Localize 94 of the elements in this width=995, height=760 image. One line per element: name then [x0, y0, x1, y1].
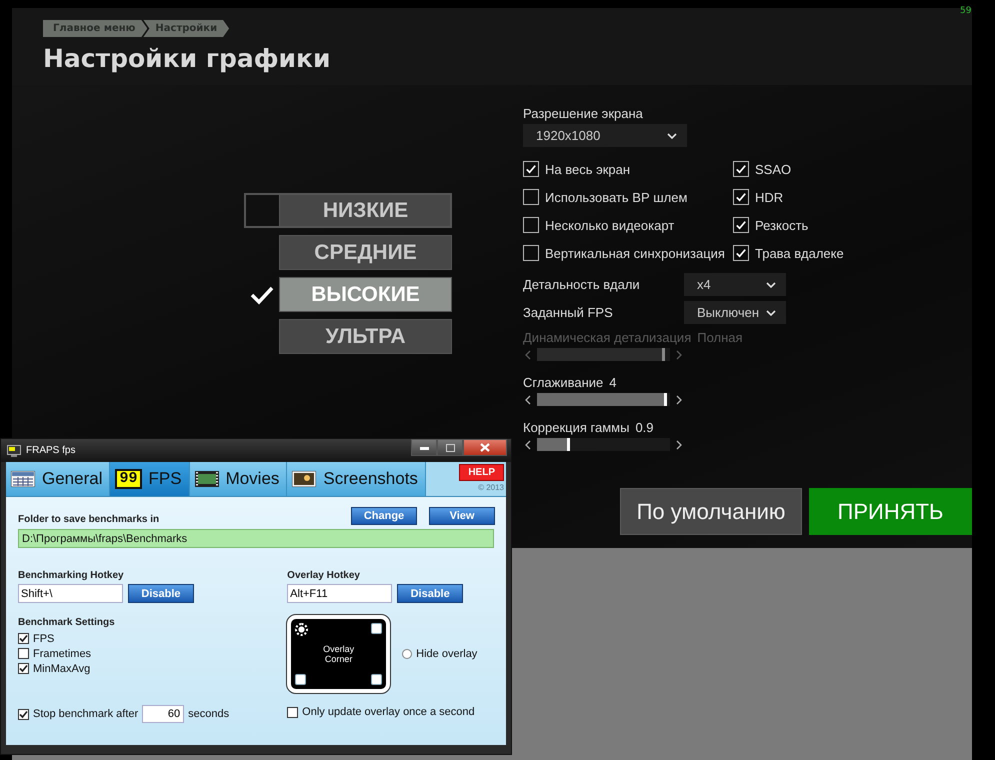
slider-label: Сглаживание: [523, 375, 604, 390]
grid-icon: [11, 471, 35, 487]
checkmark-icon: [19, 664, 28, 673]
checkbox-label: FPS: [33, 632, 54, 644]
checkbox[interactable]: [733, 245, 749, 261]
chevron-left-icon: [525, 440, 531, 450]
tab[interactable]: Movies: [190, 462, 288, 496]
hotkey-field[interactable]: Alt+F11: [287, 584, 392, 603]
maximize-icon: [446, 444, 454, 452]
tab[interactable]: 99 FPS: [110, 462, 190, 496]
checkbox-label: Frametimes: [33, 648, 92, 660]
hotkey-field[interactable]: Shift+\: [18, 584, 123, 603]
checkbox[interactable]: [733, 189, 749, 205]
setting-label: Заданный FPS: [523, 305, 614, 320]
chevron-down-icon: [766, 282, 776, 288]
slider-value: 4: [609, 375, 617, 390]
help-button[interactable]: HELP: [459, 464, 504, 481]
checkbox-label: На весь экран: [545, 162, 630, 176]
disable-button[interactable]: Disable: [128, 584, 194, 603]
corner-radio[interactable]: [371, 674, 382, 685]
copyright-text: © 2013: [478, 483, 504, 492]
checkbox[interactable]: [523, 161, 539, 177]
accept-button[interactable]: ПРИНЯТЬ: [809, 488, 972, 535]
checkbox[interactable]: [523, 245, 539, 261]
chevron-down-icon: [667, 132, 677, 138]
chevron-right-icon: [676, 394, 682, 404]
checkbox[interactable]: [18, 708, 29, 720]
checkbox-label: Трава вдалеке: [755, 246, 844, 260]
slider-value: 0.9: [635, 420, 654, 435]
minimize-icon: [420, 446, 428, 450]
slider-value: Полная: [697, 330, 743, 345]
checkbox-label: HDR: [755, 190, 784, 204]
resolution-dropdown[interactable]: 1920x1080: [523, 124, 687, 147]
checkbox[interactable]: [523, 189, 539, 205]
digits-badge: 99: [115, 469, 142, 489]
checkbox-label: Использовать ВР шлем: [545, 190, 688, 204]
app-icon: [7, 444, 21, 456]
picture-icon: [292, 471, 316, 487]
window-title: FRAPS fps: [26, 445, 76, 456]
checkbox[interactable]: [18, 633, 29, 644]
slider-label: Коррекция гаммы: [523, 420, 630, 435]
path-field[interactable]: D:\Программы\fraps\Benchmarks: [18, 529, 494, 548]
checkmark-icon: [19, 634, 28, 643]
page-title: Настройки графики: [43, 44, 332, 73]
overlay-corner-label: Overlay Corner: [322, 644, 356, 664]
fps-counter: 59: [960, 6, 972, 16]
button[interactable]: View: [429, 507, 495, 525]
chevron-left-icon: [525, 394, 531, 404]
maximize-button[interactable]: [437, 439, 463, 456]
unit-label: seconds: [188, 708, 230, 720]
corner-radio[interactable]: [295, 674, 306, 685]
checkbox[interactable]: [18, 648, 29, 659]
disable-button[interactable]: Disable: [397, 584, 464, 603]
chevron-down-icon: [766, 310, 776, 316]
checkbox[interactable]: [733, 217, 749, 233]
field-label: Folder to save benchmarks in: [18, 514, 160, 525]
default-button[interactable]: По умолчанию: [620, 488, 802, 535]
seconds-field[interactable]: 60: [142, 705, 184, 723]
dropdown[interactable]: Выключен: [684, 301, 786, 324]
checkbox-label: Резкость: [755, 218, 808, 232]
setting-label: Разрешение экрана: [523, 106, 644, 121]
checkbox-label: SSAO: [755, 162, 792, 176]
button[interactable]: Change: [351, 507, 417, 525]
close-button[interactable]: [463, 439, 507, 456]
chevron-left-icon: [525, 350, 531, 360]
checkbox[interactable]: [733, 161, 749, 177]
checkbox-label: MinMaxAvg: [33, 662, 90, 674]
corner-radio[interactable]: [371, 623, 382, 634]
radio-label: Hide overlay: [416, 648, 478, 660]
chevron-right-icon: [676, 440, 682, 450]
close-icon: [480, 443, 490, 452]
checkbox[interactable]: [18, 663, 29, 674]
checkbox-label: Stop benchmark after: [33, 708, 138, 720]
minimize-button[interactable]: [411, 439, 437, 456]
tab[interactable]: General: [6, 462, 110, 496]
checkbox-label: Несколько видеокарт: [545, 218, 674, 232]
setting-label: Детальность вдали: [523, 277, 641, 292]
preset-button[interactable]: УЛЬТРА: [279, 319, 452, 354]
preset-button[interactable]: СРЕДНИЕ: [279, 235, 452, 270]
checkbox[interactable]: [287, 706, 298, 718]
dropdown[interactable]: x4: [684, 273, 786, 296]
field-label: Benchmarking Hotkey: [18, 570, 125, 581]
slider-track[interactable]: [537, 438, 670, 451]
checkbox[interactable]: [523, 217, 539, 233]
field-label: Overlay Hotkey: [287, 570, 361, 581]
tab[interactable]: Screenshots: [287, 462, 426, 496]
slider-label: Динамическая детализация: [523, 330, 692, 345]
chevron-right-icon: [676, 350, 682, 360]
checkmark-icon: [19, 710, 28, 718]
film-icon: [194, 471, 219, 487]
checkbox-label: Вертикальная синхронизация: [545, 246, 725, 260]
radio-button[interactable]: [402, 649, 412, 659]
checkbox-label: Only update overlay once a second: [302, 706, 475, 718]
section-title: Benchmark Settings: [18, 617, 116, 628]
